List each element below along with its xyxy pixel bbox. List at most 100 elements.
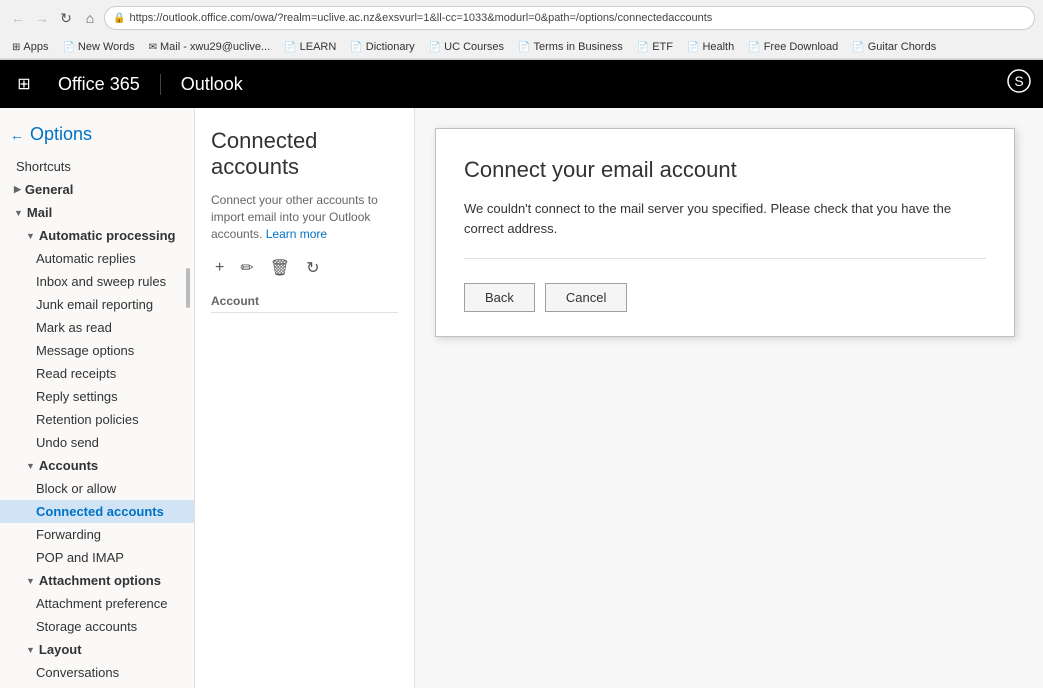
mail-triangle: ▼ <box>14 208 23 218</box>
bookmark-learn-label: LEARN <box>300 41 337 53</box>
bookmark-mail-label: Mail - xwu29@uclive... <box>160 41 270 53</box>
sidebar-item-auto-replies[interactable]: Automatic replies <box>0 247 194 270</box>
bookmark-free-download-label: Free Download <box>764 41 839 53</box>
connected-accounts-panel: Connected accounts Connect your other ac… <box>195 108 415 688</box>
sidebar-section-accounts[interactable]: ▼ Accounts <box>0 454 194 477</box>
bookmark-guitar-chords[interactable]: 📄 Guitar Chords <box>846 39 942 55</box>
back-button[interactable]: Back <box>464 283 535 312</box>
bookmark-health-label: Health <box>702 41 734 53</box>
options-header[interactable]: ← Options <box>0 118 194 155</box>
app-bar-product: Office 365 <box>48 74 161 95</box>
options-title: Options <box>30 124 92 145</box>
bookmark-learn[interactable]: 📄 LEARN <box>278 39 342 55</box>
free-download-icon: 📄 <box>748 42 760 53</box>
home-button[interactable]: ⌂ <box>80 8 100 28</box>
refresh-accounts-button[interactable]: ↻ <box>302 256 323 280</box>
sidebar-item-storage-accounts[interactable]: Storage accounts <box>0 615 194 638</box>
apps-bookmark-icon: ⊞ <box>12 42 20 53</box>
cancel-button[interactable]: Cancel <box>545 283 627 312</box>
guitar-chords-icon: 📄 <box>852 42 864 53</box>
panel-description: Connect your other accounts to import em… <box>211 192 398 242</box>
sidebar-section-general[interactable]: ▶ General <box>0 178 194 201</box>
account-column-header: Account <box>211 290 398 313</box>
mail-bookmark-icon: ✉ <box>149 42 157 53</box>
dialog-message: We couldn't connect to the mail server y… <box>464 199 986 259</box>
sidebar-item-attachment-preference[interactable]: Attachment preference <box>0 592 194 615</box>
connect-email-dialog: Connect your email account We couldn't c… <box>435 128 1015 337</box>
sidebar-item-forwarding[interactable]: Forwarding <box>0 523 194 546</box>
dictionary-icon: 📄 <box>350 42 362 53</box>
bookmark-uc-courses[interactable]: 📄 UC Courses <box>423 39 510 55</box>
bookmark-apps[interactable]: ⊞ Apps <box>6 39 54 55</box>
general-triangle: ▶ <box>14 184 21 195</box>
sidebar-section-auto-processing[interactable]: ▼ Automatic processing <box>0 224 194 247</box>
sidebar-item-mark-as-read[interactable]: Mark as read <box>0 316 194 339</box>
learn-more-link[interactable]: Learn more <box>266 227 327 241</box>
sidebar-section-attachment-options[interactable]: ▼ Attachment options <box>0 569 194 592</box>
auto-processing-triangle: ▼ <box>26 231 35 241</box>
bookmark-terms[interactable]: 📄 Terms in Business <box>512 39 629 55</box>
sidebar-item-reply-settings[interactable]: Reply settings <box>0 385 194 408</box>
panel-toolbar: + ✏ 🗑 ↻ <box>211 256 398 280</box>
sidebar-item-inbox-sweep[interactable]: Inbox and sweep rules <box>0 270 194 293</box>
sidebar-item-read-receipts[interactable]: Read receipts <box>0 362 194 385</box>
sidebar-auto-processing-label: Automatic processing <box>39 228 176 243</box>
bookmark-health[interactable]: 📄 Health <box>681 39 740 55</box>
bookmark-free-download[interactable]: 📄 Free Download <box>742 39 844 55</box>
sidebar-item-conversations[interactable]: Conversations <box>0 661 194 684</box>
bookmark-etf[interactable]: 📄 ETF <box>631 39 679 55</box>
url-text: https://outlook.office.com/owa/?realm=uc… <box>129 12 712 24</box>
sidebar-layout-label: Layout <box>39 642 82 657</box>
sidebar-section-layout[interactable]: ▼ Layout <box>0 638 194 661</box>
bookmark-terms-label: Terms in Business <box>533 41 622 53</box>
sidebar-item-block-allow[interactable]: Block or allow <box>0 477 194 500</box>
bookmark-guitar-chords-label: Guitar Chords <box>868 41 936 53</box>
attachment-options-triangle: ▼ <box>26 576 35 586</box>
sidebar-item-retention-policies[interactable]: Retention policies <box>0 408 194 431</box>
grid-icon: ⊞ <box>17 74 30 94</box>
edit-account-button[interactable]: ✏ <box>236 256 257 280</box>
sidebar-mail-label: Mail <box>27 205 52 220</box>
address-bar[interactable]: 🔒 https://outlook.office.com/owa/?realm=… <box>104 6 1035 30</box>
sidebar-item-junk-email[interactable]: Junk email reporting <box>0 293 194 316</box>
svg-text:S: S <box>1014 73 1023 89</box>
sidebar-item-undo-send[interactable]: Undo send <box>0 431 194 454</box>
dialog-buttons: Back Cancel <box>464 283 986 312</box>
browser-chrome: ← → ↻ ⌂ 🔒 https://outlook.office.com/owa… <box>0 0 1043 60</box>
sidebar-section-mail[interactable]: ▼ Mail <box>0 201 194 224</box>
browser-nav: ← → ↻ ⌂ 🔒 https://outlook.office.com/owa… <box>0 0 1043 36</box>
bookmark-uc-courses-label: UC Courses <box>444 41 504 53</box>
refresh-button[interactable]: ↻ <box>56 8 76 28</box>
sidebar: ← Options Shortcuts ▶ General ▼ Mail ▼ A… <box>0 108 195 688</box>
dialog-overlay: Connect your email account We couldn't c… <box>415 108 1043 688</box>
bookmark-new-words-label: New Words <box>78 41 135 53</box>
sidebar-item-shortcuts[interactable]: Shortcuts <box>0 155 194 178</box>
new-words-icon: 📄 <box>62 42 74 53</box>
terms-icon: 📄 <box>518 42 530 53</box>
sidebar-item-connected-accounts[interactable]: Connected accounts <box>0 500 194 523</box>
panel-title: Connected accounts <box>211 128 398 180</box>
skype-icon[interactable]: S <box>1007 69 1043 99</box>
health-icon: 📄 <box>687 42 699 53</box>
bookmark-new-words[interactable]: 📄 New Words <box>56 39 140 55</box>
lock-icon: 🔒 <box>113 13 125 24</box>
back-button[interactable]: ← <box>8 8 28 28</box>
delete-account-button[interactable]: 🗑 <box>266 256 294 280</box>
options-back-icon: ← <box>10 127 24 143</box>
bookmarks-bar: ⊞ Apps 📄 New Words ✉ Mail - xwu29@uclive… <box>0 36 1043 59</box>
etf-icon: 📄 <box>637 42 649 53</box>
bookmark-dictionary[interactable]: 📄 Dictionary <box>344 39 420 55</box>
sidebar-attachment-options-label: Attachment options <box>39 573 161 588</box>
sidebar-item-message-options[interactable]: Message options <box>0 339 194 362</box>
learn-icon: 📄 <box>284 42 296 53</box>
bookmark-mail[interactable]: ✉ Mail - xwu29@uclive... <box>143 39 277 55</box>
add-account-button[interactable]: + <box>211 257 228 279</box>
app-bar-app: Outlook <box>161 74 263 95</box>
bookmark-etf-label: ETF <box>652 41 673 53</box>
sidebar-accounts-label: Accounts <box>39 458 98 473</box>
forward-button[interactable]: → <box>32 8 52 28</box>
scroll-indicator <box>186 268 190 308</box>
bookmark-apps-label: Apps <box>23 41 48 53</box>
sidebar-item-pop-imap[interactable]: POP and IMAP <box>0 546 194 569</box>
app-grid-button[interactable]: ⊞ <box>0 60 48 108</box>
